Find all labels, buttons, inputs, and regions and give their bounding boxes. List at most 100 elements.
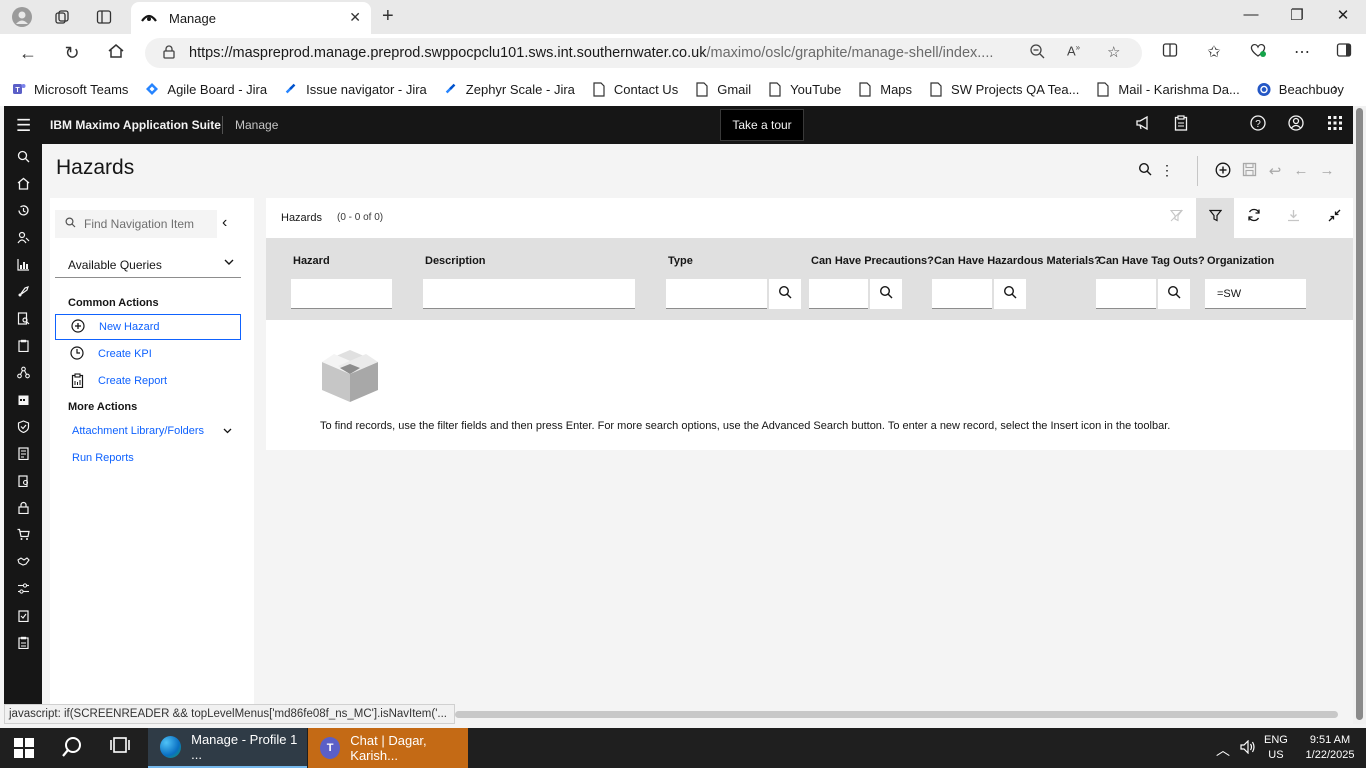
chart-icon[interactable] — [15, 258, 31, 274]
vertical-tabs-icon[interactable] — [92, 6, 116, 28]
type-filter-input[interactable] — [666, 279, 767, 309]
vertical-scrollbar[interactable] — [1353, 106, 1366, 724]
windows-start-icon[interactable] — [14, 738, 34, 758]
collapse-panel-icon[interactable]: ‹ — [222, 214, 227, 232]
language-indicator[interactable]: ENG US — [1264, 733, 1288, 763]
bookmark-item[interactable]: SW Projects QA Tea... — [929, 81, 1079, 97]
handshake-icon[interactable] — [15, 555, 31, 571]
bookmark-item[interactable]: Agile Board - Jira — [145, 81, 267, 97]
report-icon[interactable] — [15, 636, 31, 652]
bookmark-item[interactable]: Gmail — [695, 81, 751, 97]
undo-icon[interactable]: ↩ — [1265, 162, 1285, 180]
hazard-filter-input[interactable] — [291, 279, 392, 309]
volume-icon[interactable] — [1240, 739, 1256, 757]
system-clock[interactable]: 9:51 AM 1/22/2025 — [1300, 733, 1360, 763]
search-document-icon[interactable] — [15, 312, 31, 328]
hamburger-menu-icon[interactable]: ☰ — [16, 116, 31, 136]
search-icon[interactable] — [870, 279, 902, 309]
bookmark-item[interactable]: Maps — [858, 81, 912, 97]
help-icon[interactable]: ? — [1248, 115, 1268, 135]
overflow-menu-icon[interactable]: ⋮ — [1157, 162, 1177, 179]
receipt-icon[interactable] — [15, 447, 31, 463]
search-icon[interactable] — [769, 279, 801, 309]
column-header-type[interactable]: Type — [668, 255, 693, 267]
can-have-precautions-filter-input[interactable] — [809, 279, 868, 309]
scrollbar-thumb[interactable] — [1356, 108, 1363, 720]
bookmark-item[interactable]: YouTube — [768, 81, 841, 97]
search-icon[interactable] — [15, 150, 31, 166]
browser-tab-active[interactable]: Manage ✕ — [131, 2, 371, 34]
announcement-icon[interactable] — [1133, 115, 1153, 135]
lock-icon[interactable] — [15, 501, 31, 517]
find-navigation-item-input[interactable]: Find Navigation Item — [55, 210, 217, 238]
workspaces-icon[interactable] — [50, 6, 74, 28]
create-kpi-action[interactable]: Create KPI — [55, 341, 241, 367]
take-a-tour-button[interactable]: Take a tour — [720, 109, 804, 141]
bookmark-item[interactable]: Contact Us — [592, 81, 678, 97]
back-icon[interactable]: ← — [16, 42, 40, 64]
chevron-up-icon[interactable]: ︿ — [1216, 740, 1230, 760]
calendar-icon[interactable] — [15, 393, 31, 409]
new-hazard-action[interactable]: New Hazard — [55, 314, 241, 340]
bookmark-item[interactable]: Mail - Karishma Da... — [1096, 81, 1240, 97]
people-icon[interactable] — [15, 231, 31, 247]
horizontal-scrollbar[interactable] — [455, 711, 1338, 718]
column-header-organization[interactable]: Organization — [1207, 255, 1274, 267]
taskbar-item-edge[interactable]: Manage - Profile 1 ... — [148, 728, 307, 768]
clipboard-icon[interactable] — [15, 339, 31, 355]
history-icon[interactable] — [15, 204, 31, 220]
available-queries-dropdown[interactable]: Available Queries — [55, 252, 241, 278]
search-icon[interactable] — [994, 279, 1026, 309]
bookmark-item[interactable]: Zephyr Scale - Jira — [444, 81, 575, 97]
bookmark-item[interactable]: T Microsoft Teams — [12, 81, 128, 97]
previous-arrow-icon[interactable]: ← — [1291, 162, 1311, 179]
browser-essentials-icon[interactable] — [1246, 42, 1270, 63]
read-aloud-icon[interactable]: A» — [1067, 43, 1080, 58]
clear-filter-icon[interactable] — [1157, 198, 1195, 238]
cart-icon[interactable] — [15, 528, 31, 544]
minimize-icon[interactable]: — — [1236, 6, 1266, 23]
home-icon[interactable] — [15, 177, 31, 193]
create-report-action[interactable]: Create Report — [55, 368, 241, 394]
chevron-right-icon[interactable]: › — [1333, 80, 1338, 98]
lock-icon[interactable] — [163, 44, 175, 62]
close-tab-icon[interactable]: ✕ — [349, 9, 361, 26]
description-filter-input[interactable] — [423, 279, 635, 309]
profile-icon[interactable] — [10, 6, 34, 28]
settings-sliders-icon[interactable] — [15, 582, 31, 598]
shield-icon[interactable] — [15, 420, 31, 436]
run-reports-link[interactable]: Run Reports — [72, 452, 134, 464]
minimize-table-icon[interactable] — [1315, 198, 1353, 238]
bookmark-item[interactable]: Beachbuoy — [1257, 81, 1344, 97]
zoom-icon[interactable] — [1029, 43, 1045, 63]
refresh-icon[interactable] — [1235, 198, 1273, 238]
column-header-description[interactable]: Description — [425, 255, 486, 267]
brand-name[interactable]: IBM Maximo Application Suite — [50, 118, 221, 132]
save-icon[interactable] — [1239, 162, 1259, 181]
column-header-can-have-hazardous-materials[interactable]: Can Have Hazardous Materials? — [934, 255, 1101, 267]
split-screen-icon[interactable] — [1158, 42, 1182, 63]
restore-icon[interactable]: ❐ — [1282, 6, 1312, 24]
close-window-icon[interactable]: ✕ — [1328, 6, 1358, 24]
sidebar-toggle-icon[interactable] — [1332, 42, 1356, 63]
next-arrow-icon[interactable]: → — [1317, 162, 1337, 179]
rocket-icon[interactable] — [15, 285, 31, 301]
column-header-can-have-tag-outs[interactable]: Can Have Tag Outs? — [1098, 255, 1205, 267]
favorites-icon[interactable]: ✩ — [1202, 42, 1226, 62]
url-field[interactable]: https://maspreprod.manage.preprod.swppoc… — [145, 38, 1142, 68]
home-icon[interactable] — [104, 42, 128, 64]
task-view-icon[interactable] — [106, 736, 134, 760]
checklist-icon[interactable] — [15, 609, 31, 625]
network-icon[interactable] — [15, 366, 31, 382]
refresh-icon[interactable]: ↻ — [60, 42, 84, 64]
app-switcher-icon[interactable] — [1325, 115, 1345, 135]
taskbar-item-teams[interactable]: T Chat | Dagar, Karish... — [308, 728, 468, 768]
add-icon[interactable] — [1213, 162, 1233, 182]
column-header-hazard[interactable]: Hazard — [293, 255, 330, 267]
new-tab-icon[interactable]: + — [382, 5, 394, 28]
search-icon[interactable] — [1158, 279, 1190, 309]
can-have-tag-outs-filter-input[interactable] — [1096, 279, 1156, 309]
favorite-star-icon[interactable]: ☆ — [1107, 43, 1120, 61]
search-icon[interactable] — [1135, 162, 1155, 180]
chevron-down-icon[interactable] — [222, 425, 233, 439]
